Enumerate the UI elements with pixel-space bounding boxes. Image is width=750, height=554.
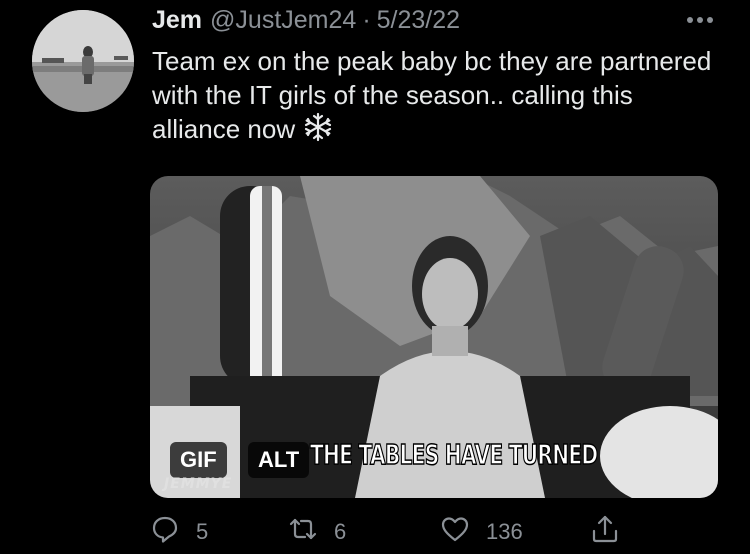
tweet-header: Jem @JustJem24 · 5/23/22	[152, 6, 460, 35]
share-button[interactable]	[590, 512, 620, 552]
tweet-text: Team ex on the peak baby bc they are par…	[152, 44, 722, 150]
gif-watermark: JEMMYE	[164, 476, 233, 492]
tweet-text-content: Team ex on the peak baby bc they are par…	[152, 46, 712, 144]
more-options-icon[interactable]	[682, 10, 718, 30]
reply-button[interactable]: 5	[150, 512, 208, 552]
tweet-date[interactable]: 5/23/22	[377, 6, 460, 35]
retweet-button[interactable]: 6	[288, 512, 346, 552]
reply-icon	[150, 514, 180, 550]
avatar[interactable]	[32, 10, 134, 112]
gif-media[interactable]: GIF ALT THE TABLES HAVE TURNED JEMMYE	[150, 176, 718, 498]
author-handle[interactable]: @JustJem24	[210, 6, 356, 35]
header-separator: ·	[362, 6, 371, 34]
retweet-count: 6	[334, 519, 347, 544]
like-button[interactable]: 136	[440, 512, 523, 552]
heart-icon	[440, 514, 470, 550]
tweet-actions: 5 6 136	[150, 512, 630, 552]
retweet-icon	[288, 514, 318, 550]
alt-badge[interactable]: ALT	[248, 442, 310, 478]
author-name[interactable]: Jem	[152, 6, 202, 35]
share-icon	[590, 514, 620, 550]
snowflake-icon	[303, 112, 333, 150]
like-count: 136	[486, 519, 523, 544]
gif-caption: THE TABLES HAVE TURNED	[309, 437, 598, 472]
tweet-card[interactable]: Jem @JustJem24 · 5/23/22 Team ex on the …	[0, 0, 750, 554]
reply-count: 5	[196, 519, 209, 544]
gif-badge: GIF	[170, 442, 227, 478]
